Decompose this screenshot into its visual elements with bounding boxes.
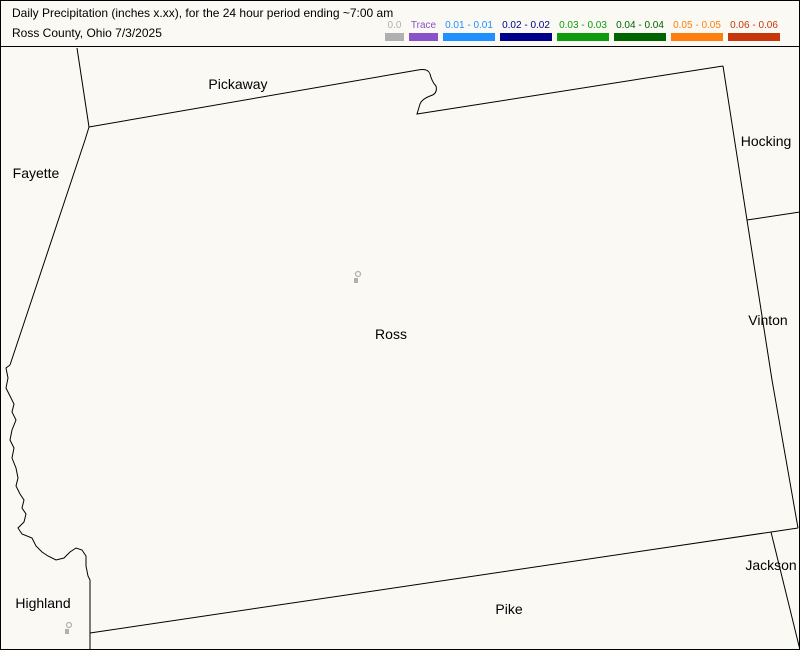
station-marker-highland[interactable] <box>65 621 73 635</box>
boundary-pickaway-fayette <box>76 47 90 128</box>
station-highland-ring <box>65 621 73 629</box>
station-highland-base <box>65 629 69 634</box>
county-map: Pickaway Fayette Hocking Ross Vinton Jac… <box>5 47 800 650</box>
county-label-highland: Highland <box>15 595 70 611</box>
county-label-fayette: Fayette <box>13 165 60 181</box>
county-label-jackson: Jackson <box>745 557 796 573</box>
boundary-ross-north <box>88 65 724 128</box>
county-label-vinton: Vinton <box>748 312 787 328</box>
station-ross-base <box>354 278 358 283</box>
county-label-ross: Ross <box>375 326 407 342</box>
boundary-ross-fayette <box>9 126 90 366</box>
station-ross-ring <box>354 270 362 278</box>
boundary-ross-south <box>89 527 799 634</box>
station-marker-ross[interactable] <box>354 270 362 284</box>
county-label-pike: Pike <box>495 601 522 617</box>
county-label-hocking: Hocking <box>741 133 792 149</box>
county-label-pickaway: Pickaway <box>208 76 267 92</box>
boundary-hocking-vinton <box>746 211 800 221</box>
boundary-jackson-pike <box>770 531 800 650</box>
